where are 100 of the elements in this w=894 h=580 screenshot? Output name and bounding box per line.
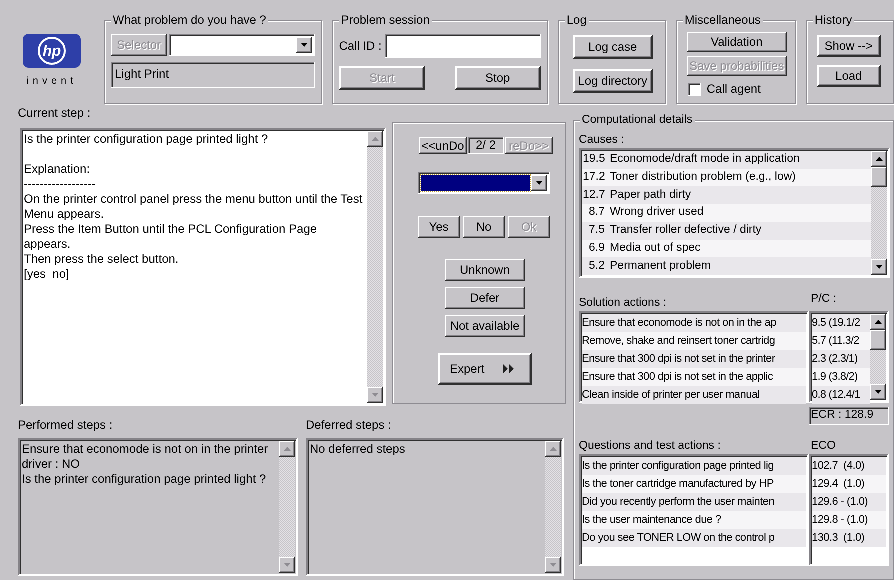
step-text: Is the printer configuration page printed light ? Explanation: ------------------ On the printer control panel press the menu button until the Test Menu appears. Press the Item Button until the PCL Configuration Page appears. Then press the select button. [yes no]: [23, 131, 364, 283]
question-item[interactable]: Is the toner cartridge manufactured by HP: [582, 475, 806, 493]
up-arrow-icon: [372, 137, 378, 141]
up-arrow-icon: [874, 320, 882, 324]
list-row[interactable]: 5.2 Permanent problem: [582, 257, 871, 276]
section-label: Causes :: [579, 133, 626, 147]
problem-dropdown[interactable]: [169, 34, 315, 56]
down-arrow-icon: [550, 563, 556, 567]
scroll-down-button[interactable]: [279, 557, 295, 573]
group-title: History: [812, 12, 854, 28]
answer-button[interactable]: Yes: [418, 216, 460, 238]
scroll-down-button[interactable]: [545, 557, 561, 573]
questions-list[interactable]: Is the printer configuration page printed lig Is the toner cartridge manufactured by HP Did you recently perform the user mainten Is the user maintenance due ? Do you see TONER LOW on the control p: [579, 454, 809, 566]
cause-text: Paper path dirty: [610, 188, 692, 203]
dropdown-button[interactable]: [531, 175, 547, 191]
pc-list[interactable]: 9.5 (19.1/2 5.7 (11.3/2 2.3 (2.3/1) 1.9 (3.8/2) 0.8 (12.4/1: [809, 311, 889, 403]
checkbox-label: Call agent: [706, 81, 761, 98]
option-button[interactable]: Not available: [445, 315, 525, 337]
option-button[interactable]: Unknown: [445, 259, 525, 281]
scrollbar[interactable]: [871, 151, 887, 275]
list-row[interactable]: 19.5 Economode/draft mode in application: [582, 151, 871, 169]
logo-mark: hp: [38, 37, 66, 65]
list-row[interactable]: 17.2 Toner distribution problem (e.g., low): [582, 168, 871, 186]
steps-text: Ensure that economode is not on in the printer driver : NO Is the printer configuration page printed light ?: [21, 441, 270, 488]
section-label: P/C :: [811, 292, 837, 307]
section-label: Performed steps :: [18, 418, 114, 432]
option-button[interactable]: Defer: [445, 287, 525, 309]
cause-score: 7.5: [588, 223, 605, 238]
eco-value: 129.8 - (1.0): [812, 511, 886, 529]
step-counter: 2/ 2: [468, 137, 504, 154]
eco-value: 129.6 - (1.0): [812, 493, 886, 511]
session-button[interactable]: Stop: [454, 66, 541, 90]
checkbox[interactable]: [688, 82, 701, 96]
section-label: Current step :: [18, 106, 92, 120]
scrollbar[interactable]: [545, 441, 561, 573]
cause-text: Toner distribution problem (e.g., low): [610, 170, 796, 185]
down-arrow-icon: [874, 390, 882, 394]
pc-value: 1.9 (3.8/2): [812, 368, 870, 386]
solution-action[interactable]: Ensure that economode is not on in the ap: [582, 314, 806, 332]
scroll-up-button[interactable]: [871, 151, 887, 167]
question-item[interactable]: Is the user maintenance due ?: [582, 511, 806, 529]
answer-button[interactable]: No: [463, 216, 505, 238]
list-row[interactable]: 7.5 Transfer roller defective / dirty: [582, 222, 871, 240]
scroll-down-button[interactable]: [870, 384, 886, 400]
question-item[interactable]: Did you recently perform the user mainten: [582, 493, 806, 511]
call-id-field[interactable]: [384, 34, 541, 58]
scroll-up-button[interactable]: [870, 314, 886, 330]
scroll-up-button[interactable]: [545, 441, 561, 457]
cause-score: 19.5: [583, 152, 605, 168]
up-arrow-icon: [876, 157, 882, 161]
pc-value: 5.7 (11.3/2: [812, 332, 870, 350]
up-arrow-icon: [550, 447, 556, 451]
down-arrow-icon: [372, 393, 378, 397]
step-text-area[interactable]: [20, 128, 386, 406]
misc-button[interactable]: Validation: [686, 32, 787, 52]
causes-list[interactable]: [579, 148, 890, 278]
up-arrow-icon: [284, 447, 290, 451]
down-arrow-icon: [536, 181, 542, 185]
scroll-down-button[interactable]: [871, 259, 887, 275]
eco-value: 102.7 (4.0): [812, 457, 886, 475]
group-title: Computational details: [580, 112, 695, 128]
undo-button[interactable]: <<unDo: [419, 137, 467, 154]
solution-action[interactable]: Ensure that 300 dpi is not set in the applic: [582, 368, 806, 386]
cause-score: 17.2: [583, 170, 605, 185]
down-arrow-icon: [284, 563, 290, 567]
steps-text: No deferred steps: [309, 441, 406, 458]
double-chevron-icon: [502, 364, 515, 374]
list-row[interactable]: 8.7 Wrong driver used: [582, 204, 871, 222]
cause-score: 8.7: [588, 205, 605, 220]
list-row[interactable]: 12.7 Paper path dirty: [582, 186, 871, 204]
history-button[interactable]: Show -->: [816, 35, 881, 57]
solution-actions-list[interactable]: [579, 311, 809, 403]
section-label: Solution actions :: [579, 296, 668, 310]
scrollbar[interactable]: [367, 131, 383, 403]
question-item[interactable]: Do you see TONER LOW on the control p: [582, 529, 806, 547]
cause-text: Transfer roller defective / dirty: [610, 223, 762, 238]
solution-action[interactable]: Remove, shake and reinsert toner cartridg: [582, 332, 806, 350]
pc-value: 0.8 (12.4/1: [812, 386, 870, 404]
scrollbar[interactable]: [279, 441, 295, 573]
expert-button[interactable]: Expert: [438, 353, 532, 385]
section-label: ECO: [811, 439, 836, 453]
log-button[interactable]: Log directory: [572, 69, 653, 93]
dropdown-button[interactable]: [296, 37, 312, 53]
scroll-thumb[interactable]: [870, 330, 886, 350]
log-button[interactable]: Log case: [572, 35, 653, 59]
field-label: Call ID :: [339, 38, 382, 55]
scrollbar[interactable]: [870, 314, 886, 400]
history-button[interactable]: Load: [816, 65, 881, 87]
scroll-thumb[interactable]: [871, 167, 887, 187]
answer-dropdown[interactable]: [418, 172, 550, 194]
solution-action[interactable]: Ensure that 300 dpi is not set in the printer: [582, 350, 806, 368]
down-arrow-icon: [876, 265, 882, 269]
scroll-down-button[interactable]: [367, 387, 383, 403]
question-item[interactable]: Is the printer configuration page printed lig: [582, 457, 806, 475]
scroll-up-button[interactable]: [367, 131, 383, 147]
list-row[interactable]: 6.9 Media out of spec: [582, 240, 871, 258]
ecr-value: ECR : 128.9: [809, 407, 889, 425]
eco-value: 129.4 (1.0): [812, 475, 886, 493]
scroll-up-button[interactable]: [279, 441, 295, 457]
solution-action[interactable]: Clean inside of printer per user manual: [582, 386, 806, 404]
